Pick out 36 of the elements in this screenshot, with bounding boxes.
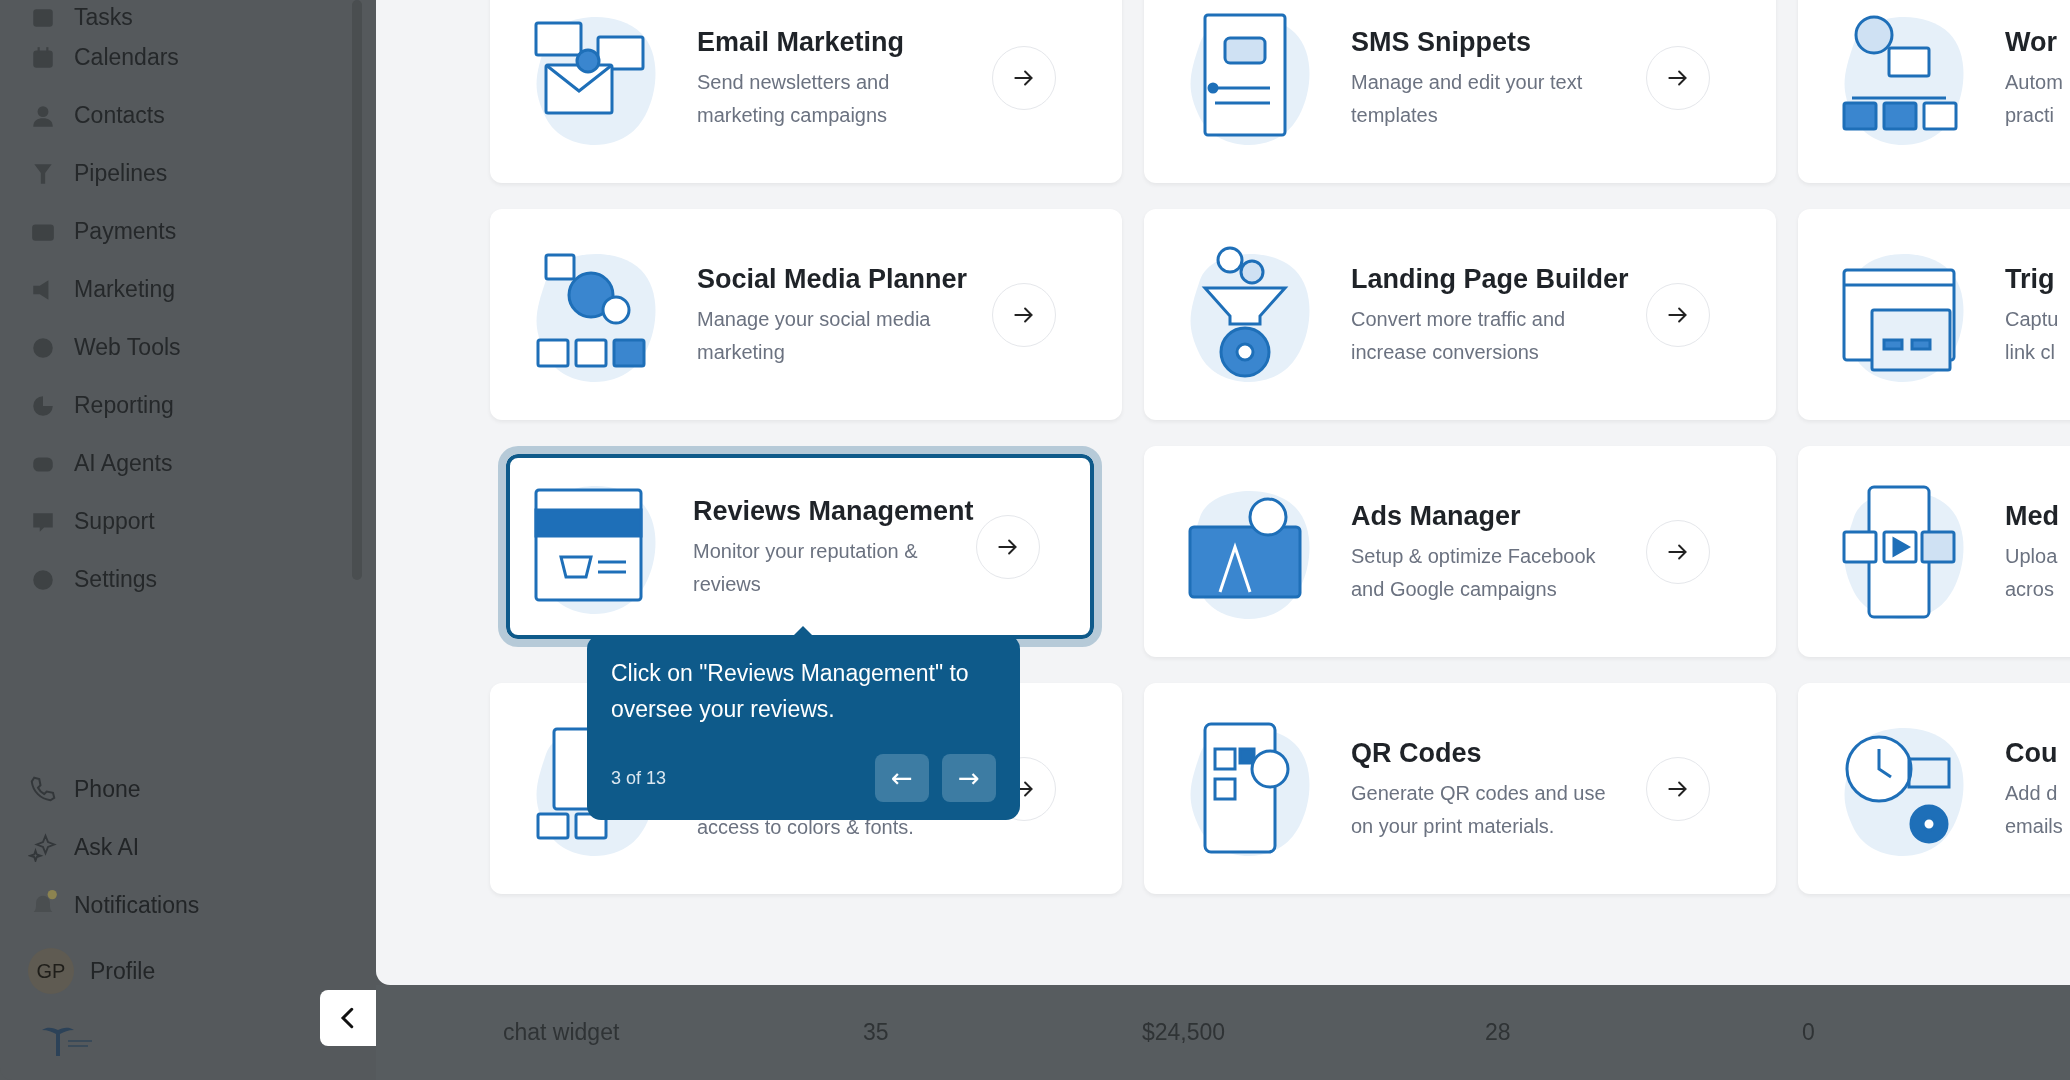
card-description: marketing campaigns xyxy=(697,102,889,128)
card-description: increase conversions xyxy=(1351,339,1540,365)
card-description: Add d xyxy=(2005,780,2059,806)
card-title: Wor xyxy=(2005,25,2058,59)
card-description: templates xyxy=(1351,102,1439,128)
card-title: Reviews Management xyxy=(693,494,975,528)
card-title: Cou xyxy=(2005,736,2059,770)
card-title: SMS Snippets xyxy=(1351,25,1533,59)
card-description: Setup & optimize Facebook xyxy=(1351,543,1597,569)
card-description: Generate QR codes and use xyxy=(1351,780,1607,806)
step-counter: 3 of 13 xyxy=(611,767,667,789)
card-title: Ads Manager xyxy=(1351,499,1522,533)
card-description: reviews xyxy=(693,571,762,597)
card-description: Send newsletters and xyxy=(697,69,891,95)
card-description: Monitor your reputation & xyxy=(693,538,919,564)
card-description: Uploa xyxy=(2005,543,2059,569)
card-description: practi xyxy=(2005,102,2055,128)
card-title: Social Media Planner xyxy=(697,262,969,296)
card-title: QR Codes xyxy=(1351,736,1483,770)
card-title: Trig xyxy=(2005,262,2056,296)
card-description: marketing xyxy=(697,339,786,365)
card-description: Convert more traffic and xyxy=(1351,306,1567,332)
tooltip-text: Click on "Reviews Management" to oversee your reviews. xyxy=(611,659,970,724)
card-description: link cl xyxy=(2005,339,2056,365)
card-description: and Google campaigns xyxy=(1351,576,1558,602)
card-description: access to colors & fonts. xyxy=(697,814,915,840)
card-description: on your print materials. xyxy=(1351,813,1556,839)
card-description: Captu xyxy=(2005,306,2060,332)
card-title: Landing Page Builder xyxy=(1351,262,1630,296)
card-description: acros xyxy=(2005,576,2055,602)
card-description: Autom xyxy=(2005,69,2064,95)
card-description: emails xyxy=(2005,813,2064,839)
card-title: Med xyxy=(2005,499,2060,533)
card-title: Email Marketing xyxy=(697,25,906,59)
card-description: Manage and edit your text xyxy=(1351,69,1584,95)
card-description: Manage your social media xyxy=(697,306,932,332)
